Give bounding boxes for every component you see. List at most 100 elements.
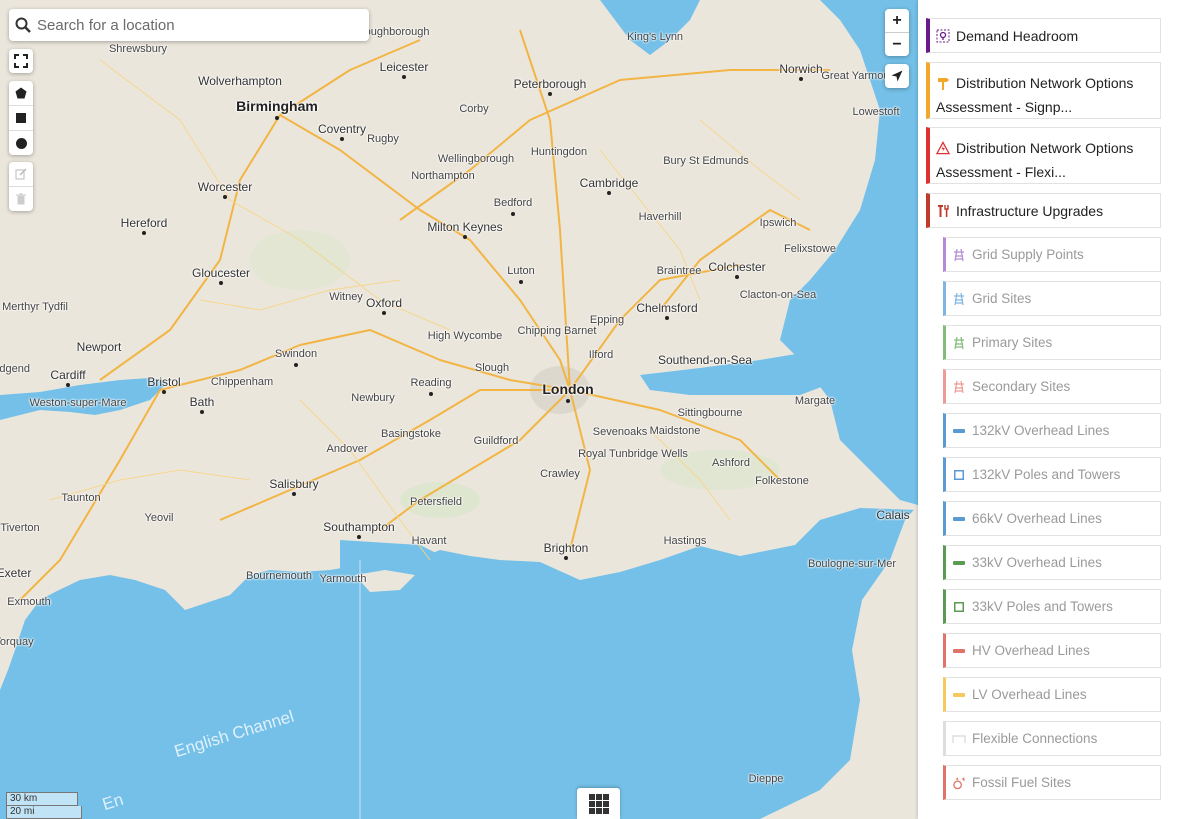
- place-label: Salisbury: [269, 477, 319, 491]
- place-label: Leicester: [379, 60, 429, 74]
- place-label: Slough: [474, 362, 510, 374]
- layer-item[interactable]: Primary Sites: [943, 325, 1161, 360]
- layer-label: Primary Sites: [972, 335, 1053, 350]
- pylon-icon: [952, 380, 966, 394]
- grid-icon: [588, 793, 609, 814]
- delete-layers-button[interactable]: [9, 186, 33, 211]
- layer-item[interactable]: 33kV Poles and Towers: [943, 589, 1161, 624]
- pylon-icon: [952, 292, 966, 306]
- layer-label: Grid Supply Points: [972, 247, 1084, 262]
- locate-button[interactable]: [885, 64, 909, 88]
- place-label: Havant: [411, 535, 447, 547]
- place-label: Ashford: [712, 457, 750, 469]
- layer-item[interactable]: HV Overhead Lines: [943, 633, 1161, 668]
- place-label: Folkestone: [755, 475, 809, 487]
- fullscreen-icon[interactable]: [9, 49, 33, 73]
- place-label: London: [542, 381, 594, 397]
- place-dot: [357, 535, 361, 539]
- draw-circle-button[interactable]: [9, 130, 33, 155]
- zoom-out-button[interactable]: −: [885, 32, 909, 56]
- place-label: Crawley: [540, 468, 580, 480]
- place-label: Guildford: [473, 435, 519, 447]
- layer-item[interactable]: 66kV Overhead Lines: [943, 501, 1161, 536]
- place-label: Bridgend: [0, 363, 31, 375]
- line-icon: [952, 556, 966, 570]
- place-label: Loughborough: [358, 26, 430, 38]
- place-label: Luton: [507, 265, 535, 277]
- layer-item[interactable]: Distribution Network Options Assessment …: [926, 62, 1161, 119]
- layer-item[interactable]: Fossil Fuel Sites: [943, 765, 1161, 800]
- connection-icon: [952, 732, 966, 746]
- layer-item[interactable]: 33kV Overhead Lines: [943, 545, 1161, 580]
- place-label: High Wycombe: [427, 330, 503, 342]
- layer-label: Distribution Network Options Assessment …: [936, 140, 1134, 180]
- place-dot: [564, 556, 568, 560]
- place-label: Newbury: [351, 392, 395, 404]
- place-dot: [294, 363, 298, 367]
- search-icon: [15, 17, 31, 33]
- basemap: [0, 0, 918, 819]
- place-label: Chippenham: [210, 376, 274, 388]
- place-label: Yarmouth: [319, 573, 367, 585]
- place-label: Tiverton: [0, 522, 40, 534]
- place-label: Norwich: [779, 62, 823, 76]
- place-dot: [566, 399, 570, 403]
- layer-item[interactable]: Grid Supply Points: [943, 237, 1161, 272]
- fullscreen-control[interactable]: [9, 49, 33, 73]
- place-dot: [665, 316, 669, 320]
- place-label: Bedford: [493, 197, 533, 209]
- place-label: Huntingdon: [530, 146, 588, 158]
- edit-layers-button[interactable]: [9, 162, 33, 186]
- place-label: Birmingham: [236, 98, 318, 114]
- place-dot: [223, 195, 227, 199]
- place-label: Epping: [589, 314, 625, 326]
- pylon-icon: [952, 336, 966, 350]
- layer-item[interactable]: Distribution Network Options Assessment …: [926, 127, 1161, 184]
- basemap-switcher-button[interactable]: [577, 788, 620, 819]
- layer-item[interactable]: 132kV Poles and Towers: [943, 457, 1161, 492]
- place-label: Chipping Barnet: [517, 325, 597, 337]
- place-label: Royal Tunbridge Wells: [578, 448, 688, 460]
- zoom-in-button[interactable]: +: [885, 9, 909, 32]
- place-label: Swindon: [274, 348, 318, 360]
- place-label: Sevenoaks: [592, 426, 648, 438]
- place-dot: [402, 75, 406, 79]
- place-dot: [142, 231, 146, 235]
- draw-toolbar: [9, 81, 33, 155]
- layer-item[interactable]: Grid Sites: [943, 281, 1161, 316]
- layer-label: Secondary Sites: [972, 379, 1071, 394]
- line-icon: [952, 424, 966, 438]
- place-label: Torquay: [0, 636, 34, 648]
- place-label: Exeter: [0, 566, 32, 580]
- line-icon: [952, 688, 966, 702]
- search-box[interactable]: [9, 9, 369, 41]
- place-label: Braintree: [656, 265, 702, 277]
- place-dot: [735, 275, 739, 279]
- map-pin-icon: [936, 29, 950, 43]
- trash-icon: [16, 193, 26, 205]
- scale-km: 30 km: [6, 792, 78, 806]
- layer-label: Distribution Network Options Assessment …: [936, 75, 1134, 115]
- square-icon: [16, 113, 26, 123]
- draw-rectangle-button[interactable]: [9, 105, 33, 130]
- square-icon: [952, 600, 966, 614]
- layer-item[interactable]: LV Overhead Lines: [943, 677, 1161, 712]
- map-canvas[interactable]: Birmingham London Wolverhampton Shrewsbury L…: [0, 0, 918, 819]
- place-label: Newport: [76, 340, 122, 354]
- scale-mi: 20 mi: [6, 806, 82, 819]
- place-dot: [275, 116, 279, 120]
- signpost-icon: [936, 76, 950, 90]
- layer-label: HV Overhead Lines: [972, 643, 1090, 658]
- layer-item[interactable]: Secondary Sites: [943, 369, 1161, 404]
- place-label: Hereford: [120, 216, 168, 230]
- layer-item[interactable]: Demand Headroom: [926, 18, 1161, 53]
- factory-icon: [952, 776, 966, 790]
- layer-item[interactable]: 132kV Overhead Lines: [943, 413, 1161, 448]
- place-label: Oxford: [365, 296, 403, 310]
- draw-polygon-button[interactable]: [9, 81, 33, 105]
- place-label: Haverhill: [638, 211, 682, 223]
- layer-item[interactable]: Infrastructure Upgrades: [926, 193, 1161, 228]
- search-input[interactable]: [35, 15, 359, 35]
- place-label: Margate: [794, 395, 836, 407]
- layer-item[interactable]: Flexible Connections: [943, 721, 1161, 756]
